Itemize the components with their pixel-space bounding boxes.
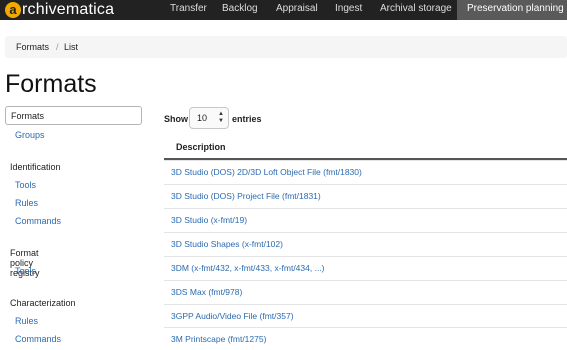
nav-ingest[interactable]: Ingest	[335, 0, 362, 20]
table-row: 3D Studio (x-fmt/19)	[164, 208, 567, 231]
logo-circle-icon: a	[5, 2, 21, 18]
breadcrumb-list: List	[64, 42, 79, 52]
format-link[interactable]: 3DS Max (fmt/978)	[171, 287, 242, 297]
format-link[interactable]: 3D Studio (DOS) 2D/3D Loft Object File (…	[171, 167, 362, 177]
nav-appraisal[interactable]: Appraisal	[276, 0, 318, 20]
format-link[interactable]: 3GPP Audio/Video File (fmt/357)	[171, 311, 294, 321]
entries-select-value: 10	[197, 113, 208, 123]
top-navbar: a rchivematica Transfer Backlog Appraisa…	[0, 0, 567, 20]
nav-backlog[interactable]: Backlog	[222, 0, 258, 20]
entries-per-page-select[interactable]: 10 ▲ ▼	[189, 107, 229, 129]
breadcrumb-formats[interactable]: Formats	[16, 36, 49, 58]
sidebar-heading-identification: Identification	[10, 162, 61, 172]
logo-text: rchivematica	[22, 1, 115, 18]
table-row: 3D Studio (DOS) 2D/3D Loft Object File (…	[164, 160, 567, 183]
format-link[interactable]: 3D Studio Shapes (x-fmt/102)	[171, 239, 283, 249]
sidebar-item-identification-rules[interactable]: Rules	[15, 198, 38, 208]
sidebar-item-groups[interactable]: Groups	[15, 130, 45, 140]
column-header-label: Description	[176, 142, 226, 152]
table-row: 3DM (x-fmt/432, x-fmt/433, x-fmt/434, ..…	[164, 256, 567, 279]
archivematica-logo[interactable]: a rchivematica	[5, 0, 114, 20]
format-link[interactable]: 3D Studio (DOS) Project File (fmt/1831)	[171, 191, 321, 201]
breadcrumb-separator: /	[56, 42, 59, 52]
table-row: 3DS Max (fmt/978)	[164, 280, 567, 303]
table-row: 3M Printscape (fmt/1275)	[164, 327, 567, 350]
nav-transfer[interactable]: Transfer	[170, 0, 207, 20]
select-arrows-icon: ▲ ▼	[218, 111, 224, 124]
sidebar-item-characterization-rules[interactable]: Rules	[15, 316, 38, 326]
show-label: Show	[164, 114, 188, 124]
table-row: 3D Studio (DOS) Project File (fmt/1831)	[164, 184, 567, 207]
table-row: 3GPP Audio/Video File (fmt/357)	[164, 304, 567, 327]
sidebar-heading-characterization: Characterization	[10, 298, 76, 308]
sidebar-item-identification-commands[interactable]: Commands	[15, 216, 61, 226]
page-title: Formats	[5, 70, 97, 98]
table-row: 3D Studio Shapes (x-fmt/102)	[164, 232, 567, 255]
breadcrumb: Formats / List	[5, 36, 567, 58]
sidebar-item-fpr-tools[interactable]: Tools	[15, 266, 36, 276]
column-header-description[interactable]: Description	[164, 134, 567, 160]
sidebar-item-identification-tools[interactable]: Tools	[15, 180, 36, 190]
nav-preservation-planning[interactable]: Preservation planning	[457, 0, 567, 20]
nav-archival-storage[interactable]: Archival storage	[380, 0, 452, 20]
format-link[interactable]: 3DM (x-fmt/432, x-fmt/433, x-fmt/434, ..…	[171, 263, 325, 273]
sidebar-item-characterization-commands[interactable]: Commands	[15, 334, 61, 344]
format-link[interactable]: 3M Printscape (fmt/1275)	[171, 334, 266, 344]
format-link[interactable]: 3D Studio (x-fmt/19)	[171, 215, 247, 225]
sidebar-item-formats[interactable]: Formats	[5, 106, 142, 125]
entries-label: entries	[232, 114, 262, 124]
